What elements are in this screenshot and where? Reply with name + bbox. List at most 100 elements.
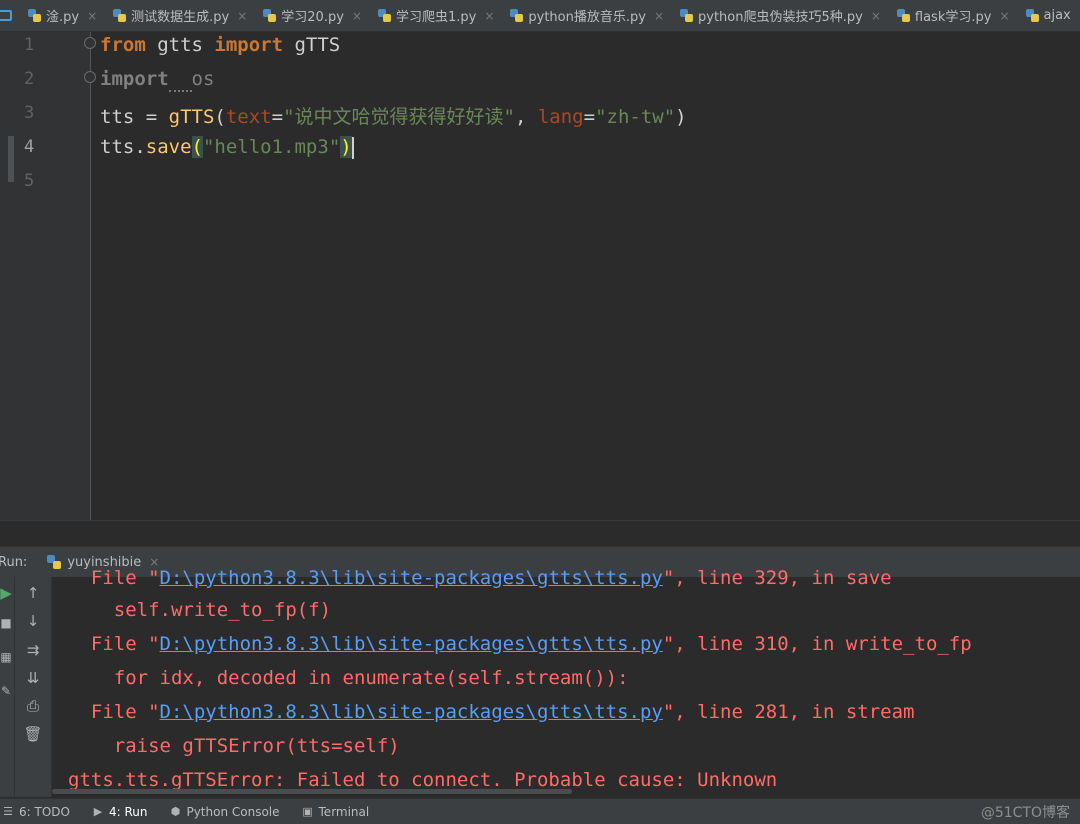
tool-window-bar: ☰ 6: TODO ▶ 4: Run ⬢ Python Console ▣ Te… xyxy=(0,798,1080,824)
run-icon: ▶ xyxy=(93,804,103,818)
error-message: gtts.tts.gTTSError: Failed to connect. P… xyxy=(68,769,778,791)
traceback-text: File " xyxy=(68,567,160,589)
traceback-text: ", line 329, in save xyxy=(662,567,892,589)
gutter-divider xyxy=(90,32,91,520)
tool-button-label: Terminal xyxy=(318,804,370,819)
todo-icon: ☰ xyxy=(3,804,13,818)
python-console-icon: ⬢ xyxy=(170,804,181,818)
identifier: gTTS xyxy=(283,34,341,56)
project-window-icon[interactable] xyxy=(0,10,12,21)
line-number: 2 xyxy=(24,69,35,89)
param-name: lang xyxy=(537,106,584,128)
python-file-icon xyxy=(510,9,524,22)
run-console[interactable]: ▶ ■ ▦ ✎ ↑ ↓ ⇉ ⇊ ⎙ 🗑 File "D:\python3.8.3… xyxy=(0,567,1080,797)
line-number-gutter xyxy=(0,32,91,520)
run-toolbar-left: ▶ ■ ▦ ✎ xyxy=(0,577,15,797)
string-literal: "说中文哈觉得获得好好读" xyxy=(283,106,515,128)
todo-tool-button[interactable]: ☰ 6: TODO xyxy=(2,805,70,819)
traceback-line: File "D:\python3.8.3\lib\site-packages\g… xyxy=(68,701,915,723)
pin-icon[interactable]: ✎ xyxy=(0,681,16,701)
param-name: text xyxy=(225,106,272,128)
fold-marker-icon[interactable] xyxy=(84,71,96,83)
line-number: 4 xyxy=(24,137,35,157)
tool-button-label: 6: TODO xyxy=(19,804,70,819)
editor-tab[interactable]: 淦.py × xyxy=(20,0,105,31)
operator: = xyxy=(583,106,596,128)
close-icon[interactable]: × xyxy=(237,9,247,23)
tab-label: 学习20.py xyxy=(281,10,344,25)
editor-tab[interactable]: 测试数据生成.py × xyxy=(105,0,255,31)
traceback-text: ", line 310, in write_to_fp xyxy=(662,633,972,655)
tab-label: 学习爬虫1.py xyxy=(395,10,477,25)
close-icon[interactable]: × xyxy=(484,9,494,23)
file-link[interactable]: D:\python3.8.3\lib\site-packages\gtts\tt… xyxy=(160,701,663,723)
line-number: 5 xyxy=(24,171,35,191)
code-line[interactable]: from gtts import gTTS xyxy=(100,34,340,56)
code-editor[interactable]: 1 2 3 4 5 from gtts import gTTS import o… xyxy=(0,32,1080,520)
method-call: save xyxy=(145,136,192,158)
identifier: tts. xyxy=(100,136,146,158)
traceback-text: ", line 281, in stream xyxy=(662,701,915,723)
function-call: gTTS xyxy=(168,106,215,128)
scroll-up-icon[interactable]: ↑ xyxy=(23,583,43,603)
traceback-line: self.write_to_fp(f) xyxy=(68,599,332,621)
close-icon[interactable]: × xyxy=(654,9,664,23)
layout-icon[interactable]: ▦ xyxy=(0,647,16,667)
string-literal: "hello1.mp3" xyxy=(202,136,341,158)
python-file-icon xyxy=(1025,9,1039,22)
tool-button-label: Python Console xyxy=(186,804,280,819)
horizontal-scrollbar[interactable] xyxy=(52,789,572,794)
scroll-to-end-icon[interactable]: ⇊ xyxy=(23,668,43,688)
paren: ( xyxy=(214,106,226,128)
code-line[interactable]: import os xyxy=(100,68,214,92)
tab-label: python爬虫伪装技巧5种.py xyxy=(698,10,863,25)
file-link[interactable]: D:\python3.8.3\lib\site-packages\gtts\tt… xyxy=(160,567,663,589)
editor-footer xyxy=(0,520,1080,545)
editor-tab[interactable]: 学习20.py × xyxy=(255,0,370,31)
editor-tab-bar: 淦.py × 测试数据生成.py × 学习20.py × 学习爬虫1.py × … xyxy=(0,0,1080,32)
python-file-icon xyxy=(28,9,41,22)
watermark: @51CTO博客 xyxy=(980,805,1070,821)
soft-wrap-icon[interactable]: ⇉ xyxy=(23,640,43,660)
terminal-tool-button[interactable]: ▣ Terminal xyxy=(302,804,370,819)
editor-tab[interactable]: flask学习.py × xyxy=(889,0,1018,31)
fold-marker-icon[interactable] xyxy=(84,37,96,49)
close-icon[interactable]: × xyxy=(999,9,1009,23)
trash-icon[interactable]: 🗑 xyxy=(23,724,43,744)
close-icon[interactable]: × xyxy=(87,9,97,23)
python-console-tool-button[interactable]: ⬢ Python Console xyxy=(169,804,280,819)
operator: = xyxy=(271,106,284,128)
run-tool-button[interactable]: ▶ 4: Run xyxy=(92,805,148,819)
print-icon[interactable]: ⎙ xyxy=(23,696,43,716)
python-file-icon xyxy=(263,9,277,22)
separator: , xyxy=(514,106,538,128)
tab-label: python播放音乐.py xyxy=(528,10,646,25)
traceback-text: File " xyxy=(68,633,160,655)
terminal-icon: ▣ xyxy=(302,804,313,818)
editor-tab[interactable]: 学习爬虫1.py × xyxy=(370,0,502,31)
close-icon[interactable]: × xyxy=(871,9,881,23)
rerun-icon[interactable]: ▶ xyxy=(0,583,16,603)
tab-label: ajax xyxy=(1043,8,1071,23)
paren-highlight: ( xyxy=(191,136,203,158)
text-caret xyxy=(351,136,354,159)
code-line[interactable]: tts = gTTS(text="说中文哈觉得获得好好读", lang="zh-… xyxy=(100,102,687,129)
code-line[interactable]: tts.save("hello1.mp3") xyxy=(100,136,354,159)
editor-tab[interactable]: ajax xyxy=(1018,0,1079,31)
python-file-icon xyxy=(896,9,910,22)
traceback-line: raise gTTSError(tts=self) xyxy=(68,735,400,757)
editor-tab[interactable]: python爬虫伪装技巧5种.py × xyxy=(672,0,889,31)
close-icon[interactable]: × xyxy=(352,9,362,23)
run-toolbar-right: ↑ ↓ ⇉ ⇊ ⎙ 🗑 xyxy=(15,577,52,797)
line-number: 1 xyxy=(24,35,35,55)
paren: ) xyxy=(675,106,687,128)
paren-highlight: ) xyxy=(340,136,352,158)
editor-tab[interactable]: python播放音乐.py × xyxy=(502,0,672,31)
stop-icon[interactable]: ■ xyxy=(0,613,16,633)
traceback-line: File "D:\python3.8.3\lib\site-packages\g… xyxy=(68,633,972,655)
tab-label: flask学习.py xyxy=(914,10,992,25)
scroll-down-icon[interactable]: ↓ xyxy=(23,611,43,631)
file-link[interactable]: D:\python3.8.3\lib\site-packages\gtts\tt… xyxy=(160,633,663,655)
whitespace-warning xyxy=(168,68,192,92)
tab-label: 测试数据生成.py xyxy=(131,10,230,25)
